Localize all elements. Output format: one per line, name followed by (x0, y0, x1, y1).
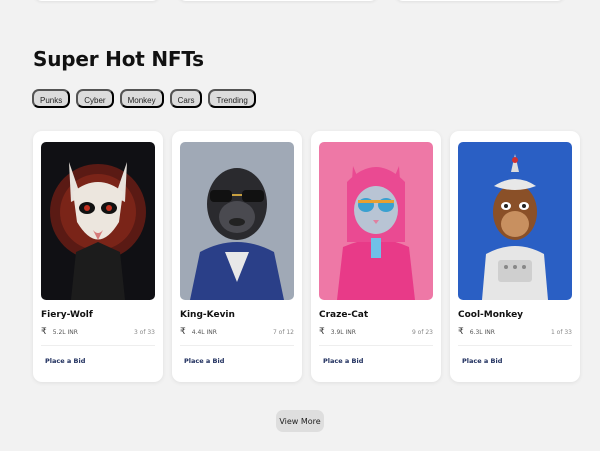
nft-price: 6.3L INR (469, 328, 495, 336)
place-bid-link[interactable]: Place a Bid (184, 357, 224, 365)
nft-price: 4.4L INR (191, 328, 217, 336)
card-divider (458, 345, 572, 346)
filter-chip-monkey[interactable]: Monkey (119, 89, 164, 108)
nft-name: Craze-Cat (319, 310, 369, 320)
previous-card (178, 0, 378, 1)
gorilla-artwork (180, 142, 294, 300)
filter-chips: Punks Cyber Monkey Cars Trending (32, 89, 256, 108)
nft-name: Cool-Monkey (458, 310, 524, 320)
price-row: ₹ 6.3L INR 1 of 33 (458, 327, 572, 337)
rupee-icon: ₹ (41, 327, 47, 337)
section-title: Super Hot NFTs (33, 47, 204, 71)
card-divider (319, 345, 433, 346)
nft-card[interactable]: King-Kevin ₹ 4.4L INR 7 of 12 Place a Bi… (172, 131, 302, 382)
rupee-icon: ₹ (319, 327, 325, 337)
nft-edition: 9 of 23 (411, 328, 433, 336)
place-bid-link[interactable]: Place a Bid (462, 357, 502, 365)
nft-name: King-Kevin (180, 310, 235, 320)
nft-price: 5.2L INR (52, 328, 78, 336)
place-bid-link[interactable]: Place a Bid (323, 357, 363, 365)
nft-card[interactable]: Cool-Monkey ₹ 6.3L INR 1 of 33 Place a B… (450, 131, 580, 382)
card-divider (41, 345, 155, 346)
filter-chip-cyber[interactable]: Cyber (76, 89, 114, 108)
wolf-artwork (41, 142, 155, 300)
card-divider (180, 345, 294, 346)
rupee-icon: ₹ (458, 327, 464, 337)
cat-artwork (319, 142, 433, 300)
wolf-image (41, 142, 155, 300)
nft-card[interactable]: Fiery-Wolf ₹ 5.2L INR 3 of 33 Place a Bi… (33, 131, 163, 382)
filter-chip-trending[interactable]: Trending (208, 89, 256, 108)
previous-card (395, 0, 565, 1)
monkey-image (458, 142, 572, 300)
nft-name: Fiery-Wolf (41, 310, 93, 320)
nft-edition: 1 of 33 (550, 328, 572, 336)
nft-edition: 7 of 12 (272, 328, 294, 336)
price-row: ₹ 5.2L INR 3 of 33 (41, 327, 155, 337)
price-row: ₹ 3.9L INR 9 of 23 (319, 327, 433, 337)
gorilla-image (180, 142, 294, 300)
nft-edition: 3 of 33 (133, 328, 155, 336)
previous-card (34, 0, 160, 1)
filter-chip-punks[interactable]: Punks (32, 89, 71, 108)
place-bid-link[interactable]: Place a Bid (45, 357, 85, 365)
nft-price: 3.9L INR (330, 328, 356, 336)
nft-card[interactable]: Craze-Cat ₹ 3.9L INR 9 of 23 Place a Bid (311, 131, 441, 382)
rupee-icon: ₹ (180, 327, 186, 337)
nft-card-list: Fiery-Wolf ₹ 5.2L INR 3 of 33 Place a Bi… (33, 131, 580, 382)
price-row: ₹ 4.4L INR 7 of 12 (180, 327, 294, 337)
view-more-button[interactable]: View More (276, 410, 324, 432)
cat-image (319, 142, 433, 300)
filter-chip-cars[interactable]: Cars (169, 89, 203, 108)
monkey-artwork (458, 142, 572, 300)
